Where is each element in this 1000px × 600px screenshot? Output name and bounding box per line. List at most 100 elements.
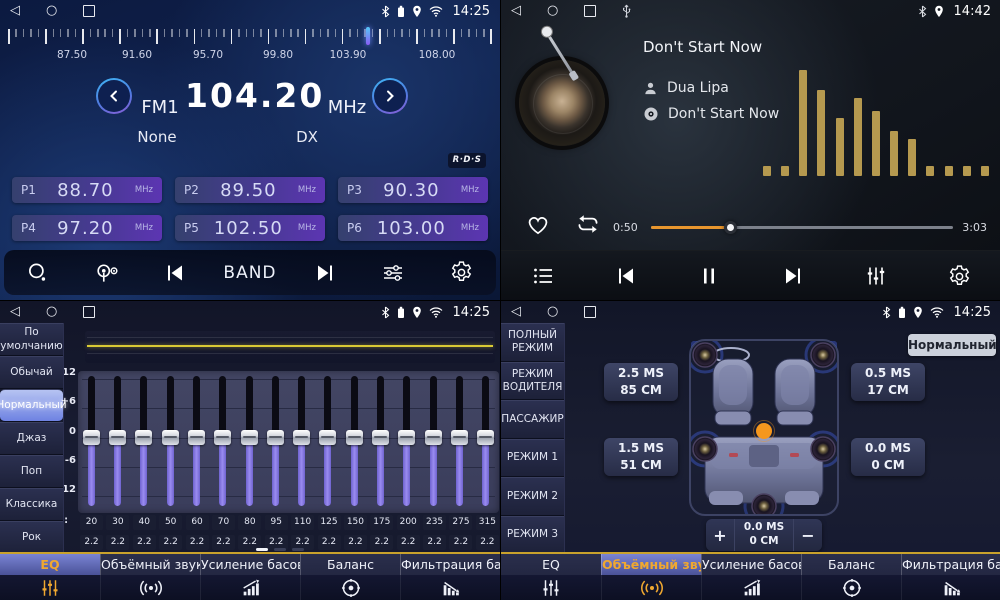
q-value-box[interactable]: 2.2 [106, 535, 129, 550]
favorite-icon[interactable] [525, 212, 551, 240]
fc-value-box[interactable]: 70 [212, 515, 235, 530]
fc-value-box[interactable]: 175 [370, 515, 393, 530]
eq-band-slider-150hz[interactable] [344, 371, 364, 513]
previous-track-icon[interactable] [606, 264, 646, 288]
listening-mode-6[interactable]: РЕЖИМ 3 [501, 516, 564, 555]
repeat-icon[interactable] [573, 212, 603, 240]
pause-icon[interactable] [689, 264, 729, 288]
front-left-delay-button[interactable]: 2.5 MS85 CM [604, 363, 678, 401]
seek-up-button[interactable] [372, 78, 408, 114]
slider-knob[interactable] [477, 430, 494, 445]
eq-preset-5[interactable]: Поп [0, 455, 63, 488]
preset-button-p5[interactable]: P5102.50MHz [175, 215, 325, 241]
preset-button-p1[interactable]: P188.70MHz [12, 177, 162, 203]
slider-knob[interactable] [346, 430, 363, 445]
eq-band-slider-20hz[interactable] [81, 371, 101, 513]
back-icon[interactable]: ◁ [10, 0, 20, 22]
fc-value-box[interactable]: 50 [159, 515, 182, 530]
eq-band-slider-175hz[interactable] [371, 371, 391, 513]
eq-preset-4[interactable]: Джаз [0, 422, 63, 455]
home-icon[interactable]: ○ [547, 0, 558, 22]
slider-knob[interactable] [135, 430, 152, 445]
q-value-box[interactable]: 2.2 [212, 535, 235, 550]
listening-mode-2[interactable]: РЕЖИМ ВОДИТЕЛЯ [501, 362, 564, 401]
tab-bass-boost[interactable]: Усиление басов [200, 554, 300, 600]
slider-knob[interactable] [451, 430, 468, 445]
eq-band-slider-275hz[interactable] [450, 371, 470, 513]
preset-button-p4[interactable]: P497.20MHz [12, 215, 162, 241]
q-value-box[interactable]: 2.2 [186, 535, 209, 550]
eq-band-slider-30hz[interactable] [107, 371, 127, 513]
fc-value-box[interactable]: 235 [423, 515, 446, 530]
page-indicator[interactable] [256, 548, 304, 551]
fc-value-box[interactable]: 110 [291, 515, 314, 530]
home-icon[interactable]: ○ [46, 301, 57, 323]
listening-mode-1[interactable]: ПОЛНЫЙ РЕЖИМ [501, 323, 564, 362]
tab-surround[interactable]: Объёмный звук [601, 554, 701, 600]
slider-knob[interactable] [188, 430, 205, 445]
fc-value-box[interactable]: 80 [238, 515, 261, 530]
fc-value-box[interactable]: 150 [344, 515, 367, 530]
tab-balance[interactable]: Баланс [300, 554, 400, 600]
rear-left-delay-button[interactable]: 1.5 MS51 CM [604, 438, 678, 476]
fc-value-box[interactable]: 95 [265, 515, 288, 530]
preset-button-p2[interactable]: P289.50MHz [175, 177, 325, 203]
eq-preset-3[interactable]: Нормальный [0, 389, 63, 422]
q-value-box[interactable]: 2.2 [449, 535, 472, 550]
playlist-icon[interactable] [523, 264, 563, 288]
listening-mode-3[interactable]: ПАССАЖИР [501, 400, 564, 439]
home-icon[interactable]: ○ [46, 0, 57, 22]
eq-band-slider-95hz[interactable] [265, 371, 285, 513]
settings-gear-icon[interactable] [442, 260, 482, 285]
seek-handle[interactable] [724, 221, 737, 234]
eq-band-slider-80hz[interactable] [239, 371, 259, 513]
equalizer-icon[interactable] [856, 264, 896, 288]
eq-band-slider-110hz[interactable] [292, 371, 312, 513]
eq-band-slider-40hz[interactable] [134, 371, 154, 513]
q-value-box[interactable]: 2.2 [133, 535, 156, 550]
eq-preset-6[interactable]: Классика [0, 488, 63, 521]
q-value-box[interactable]: 2.2 [318, 535, 341, 550]
q-value-box[interactable]: 2.2 [80, 535, 103, 550]
slider-knob[interactable] [214, 430, 231, 445]
frequency-dial[interactable] [8, 29, 492, 47]
home-icon[interactable]: ○ [547, 301, 558, 323]
eq-band-slider-60hz[interactable] [186, 371, 206, 513]
delay-increase-button[interactable]: + [706, 519, 734, 551]
slider-knob[interactable] [319, 430, 336, 445]
slider-knob[interactable] [398, 430, 415, 445]
eq-band-slider-50hz[interactable] [160, 371, 180, 513]
recents-icon[interactable] [584, 5, 596, 17]
q-value-box[interactable]: 2.2 [344, 535, 367, 550]
eq-band-slider-315hz[interactable] [476, 371, 496, 513]
scan-search-icon[interactable] [18, 260, 58, 286]
settings-gear-icon[interactable] [939, 264, 979, 289]
album-art[interactable] [519, 60, 605, 146]
eq-preset-1[interactable]: По умолчанию [0, 323, 63, 356]
slider-knob[interactable] [267, 430, 284, 445]
next-station-icon[interactable] [305, 261, 345, 285]
back-icon[interactable]: ◁ [511, 301, 521, 323]
broadcast-icon[interactable] [87, 260, 127, 286]
tab-filter[interactable]: Фильтрация ба... [400, 554, 500, 600]
slider-knob[interactable] [241, 430, 258, 445]
recents-icon[interactable] [584, 306, 596, 318]
listening-mode-4[interactable]: РЕЖИМ 1 [501, 439, 564, 478]
previous-station-icon[interactable] [155, 261, 195, 285]
slider-knob[interactable] [372, 430, 389, 445]
tab-surround[interactable]: Объёмный звук [100, 554, 200, 600]
q-value-box[interactable]: 2.2 [397, 535, 420, 550]
back-icon[interactable]: ◁ [10, 301, 20, 323]
q-value-box[interactable]: 2.2 [370, 535, 393, 550]
tab-balance[interactable]: Баланс [801, 554, 901, 600]
slider-knob[interactable] [425, 430, 442, 445]
eq-band-slider-70hz[interactable] [213, 371, 233, 513]
fc-value-box[interactable]: 60 [186, 515, 209, 530]
fc-value-box[interactable]: 315 [476, 515, 499, 530]
fc-value-box[interactable]: 125 [318, 515, 341, 530]
back-icon[interactable]: ◁ [511, 0, 521, 22]
delay-decrease-button[interactable]: − [794, 519, 822, 551]
slider-knob[interactable] [162, 430, 179, 445]
q-value-box[interactable]: 2.2 [159, 535, 182, 550]
tab-eq[interactable]: EQ [0, 554, 100, 600]
